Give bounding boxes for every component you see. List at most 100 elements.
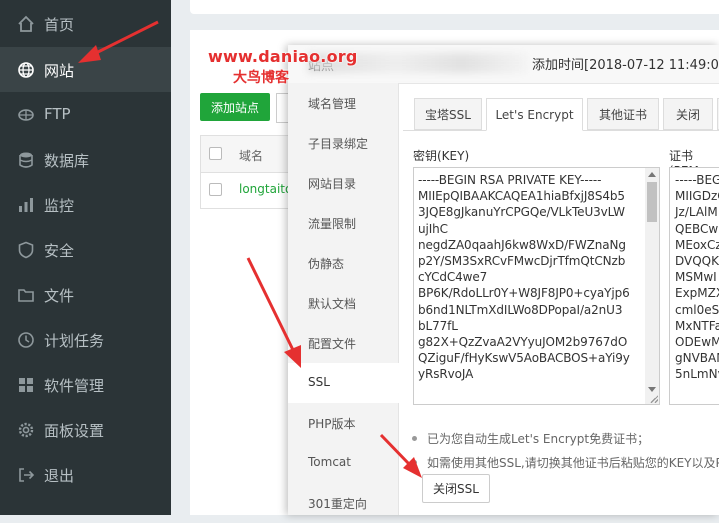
key-line: p2Y/SM3SxRCvFMwcDjrTfmQtCNzb: [418, 254, 626, 269]
sidebar-item-software[interactable]: 软件管理: [0, 362, 171, 407]
sidebar-item-label: FTP: [44, 105, 71, 123]
cert-line: MEoxCz: [675, 237, 719, 252]
cert-textarea[interactable]: -----BEG MIIGDzCJz/LAlMQEBCwUMEoxCz DVQQKM…: [669, 167, 719, 405]
menu-item-label: 流量限制: [308, 217, 357, 231]
sidebar-item-database[interactable]: 数据库: [0, 137, 171, 182]
menu-item-site-dir[interactable]: 网站目录: [288, 163, 398, 203]
logout-icon: [19, 468, 35, 482]
sidebar-item-cron[interactable]: 计划任务: [0, 317, 171, 362]
column-header-domain: 域名: [239, 149, 264, 163]
sidebar-item-security[interactable]: 安全: [0, 227, 171, 272]
key-scrollbar[interactable]: [645, 168, 659, 404]
sidebar-item-label: 安全: [44, 242, 75, 260]
note-text: 如需使用其他SSL,请切换其他证书后粘贴您的KEY以及P: [427, 456, 719, 470]
sidebar-item-label: 计划任务: [44, 332, 105, 350]
menu-item-label: 默认文档: [308, 297, 357, 311]
key-label: 密钥(KEY): [413, 149, 470, 163]
key-line: cYCdC4we7: [418, 270, 488, 285]
cert-line: 5nLmNv: [675, 367, 719, 382]
menu-item-label: 网站目录: [308, 177, 357, 191]
sidebar-item-panel-settings[interactable]: 面板设置: [0, 407, 171, 452]
scroll-down-arrow-icon[interactable]: [648, 387, 656, 392]
watermark-url: www.daniao.org: [208, 47, 358, 66]
sidebar-item-home[interactable]: 首页: [0, 1, 171, 46]
sidebar-item-label: 首页: [44, 16, 75, 34]
monitor-icon: [19, 198, 33, 212]
cert-content: -----BEG MIIGDzCJz/LAlMQEBCwUMEoxCz DVQQKM…: [675, 172, 719, 383]
sidebar-item-website[interactable]: 网站: [0, 47, 171, 92]
row-checkbox[interactable]: [209, 183, 222, 196]
database-icon: [19, 152, 33, 168]
sidebar-item-logout[interactable]: 退出: [0, 452, 171, 497]
cert-line: QEBCwU: [675, 221, 719, 236]
dialog-title-time: 添加时间[2018-07-12 11:49:0: [532, 58, 719, 73]
menu-item-subdir[interactable]: 子目录绑定: [288, 123, 398, 163]
key-line: b6nd1NLTmXdILWo8DPopaI/a2nU3: [418, 302, 623, 317]
cert-line: -----BEG: [675, 173, 719, 187]
note-text: 已为您自动生成Let's Encrypt免费证书；: [427, 432, 650, 446]
apps-icon: [19, 378, 33, 392]
tab-baota-ssl[interactable]: 宝塔SSL: [414, 98, 482, 130]
note-auto-generated: 已为您自动生成Let's Encrypt免费证书；: [412, 430, 649, 447]
tab-close[interactable]: 关闭: [663, 98, 713, 130]
home-icon: [18, 15, 34, 32]
add-site-button[interactable]: 添加站点: [200, 93, 270, 121]
key-line: 3JQE8gJkanuYrCPGQe/VLkTeU3vLW: [418, 205, 625, 220]
key-line: bL77fL: [418, 318, 458, 333]
key-textarea[interactable]: -----BEGIN RSA PRIVATE KEY----- MIIEpQIBA…: [413, 167, 660, 405]
sidebar-item-label: 数据库: [44, 152, 90, 170]
menu-item-label: PHP版本: [308, 417, 356, 431]
sidebar-item-label: 文件: [44, 287, 75, 305]
sidebar-item-files[interactable]: 文件: [0, 272, 171, 317]
cert-line: ODEwM: [675, 335, 719, 350]
scroll-thumb[interactable]: [647, 182, 657, 222]
gear-icon: [18, 422, 34, 438]
cert-line: gNVBAM: [675, 351, 719, 366]
key-content: -----BEGIN RSA PRIVATE KEY----- MIIEpQIBA…: [418, 172, 640, 383]
menu-item-domain[interactable]: 域名管理: [288, 83, 398, 123]
dialog-side-menu: 域名管理 子目录绑定 网站目录 流量限制 伪静态 默认文档 配置文件 SSL P…: [288, 83, 399, 515]
menu-item-tomcat[interactable]: Tomcat: [288, 443, 398, 483]
cert-line: MSMwI: [675, 270, 717, 285]
key-line: -----BEGIN RSA PRIVATE KEY-----: [418, 173, 602, 187]
resize-handle-icon[interactable]: [650, 395, 658, 403]
menu-item-label: 配置文件: [308, 337, 357, 351]
top-bar: [190, 0, 719, 14]
tab-other-cert[interactable]: 其他证书: [587, 98, 659, 130]
menu-item-label: 子目录绑定: [308, 137, 369, 151]
sidebar-item-label: 网站: [44, 62, 75, 80]
ftp-icon: [18, 109, 34, 121]
sidebar-item-label: 软件管理: [44, 377, 105, 395]
clock-icon: [18, 332, 34, 348]
note-other-ssl: 如需使用其他SSL,请切换其他证书后粘贴您的KEY以及P: [412, 454, 719, 471]
select-all-checkbox[interactable]: [209, 147, 222, 160]
tab-lets-encrypt[interactable]: Let's Encrypt: [486, 98, 583, 131]
close-ssl-button[interactable]: 关闭SSL: [422, 474, 490, 503]
folder-icon: [18, 289, 34, 302]
scroll-up-arrow-icon[interactable]: [648, 172, 656, 177]
table-header-row: 域名: [201, 136, 293, 173]
menu-item-default-doc[interactable]: 默认文档: [288, 283, 398, 323]
sidebar-item-ftp[interactable]: FTP: [0, 92, 171, 137]
sidebar-item-label: 面板设置: [44, 422, 105, 440]
menu-item-traffic[interactable]: 流量限制: [288, 203, 398, 243]
cert-line: cml0eSE: [675, 302, 719, 317]
menu-item-redirect[interactable]: 301重定向: [288, 483, 398, 523]
menu-item-php-version[interactable]: PHP版本: [288, 403, 398, 443]
sidebar-item-monitor[interactable]: 监控: [0, 182, 171, 227]
site-table: 域名 longtaito: [200, 135, 293, 209]
cert-line: DVQQK: [675, 254, 719, 269]
menu-item-ssl[interactable]: SSL: [288, 363, 399, 403]
menu-item-rewrite[interactable]: 伪静态: [288, 243, 398, 283]
sidebar-item-label: 监控: [44, 197, 75, 215]
watermark-name: 大鸟博客: [233, 70, 289, 86]
menu-item-label: 301重定向: [308, 497, 367, 511]
site-link[interactable]: longtaito: [239, 182, 293, 196]
cert-line: MIIGDzC: [675, 189, 719, 204]
key-line: MIIEpQIBAAKCAQEA1hiaBfxjJ8S4b5: [418, 189, 625, 204]
menu-item-config[interactable]: 配置文件: [288, 323, 398, 363]
key-line: yRsRvoJA: [418, 367, 474, 382]
globe-icon: [18, 62, 34, 78]
cert-line: Jz/LAlM: [675, 205, 718, 220]
menu-item-label: 域名管理: [308, 97, 357, 111]
